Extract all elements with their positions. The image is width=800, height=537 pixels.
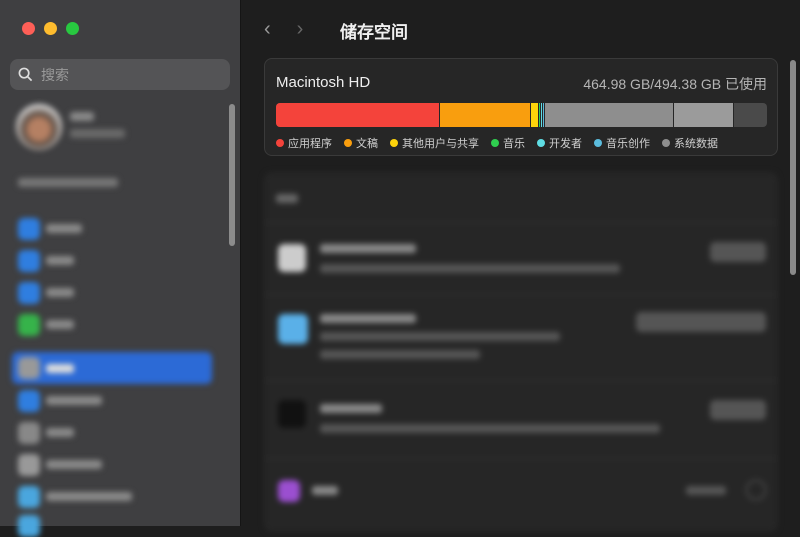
zoom-button[interactable] xyxy=(66,22,79,35)
legend-label: 系统数据 xyxy=(674,138,718,150)
legend-label: 音乐 xyxy=(503,138,525,150)
recommendation-button[interactable] xyxy=(710,400,766,420)
sidebar-item[interactable] xyxy=(46,428,74,437)
wifi-icon xyxy=(18,218,40,240)
sidebar-scrollbar[interactable] xyxy=(229,104,235,246)
battery-icon xyxy=(18,314,40,336)
legend-item: 音乐创作 xyxy=(594,135,650,151)
legend-dot-icon xyxy=(390,139,398,147)
user-name xyxy=(70,112,94,121)
category-label xyxy=(312,486,338,495)
window-controls xyxy=(22,22,79,35)
storage-segment-6[interactable] xyxy=(544,103,674,127)
storage-segment-other[interactable] xyxy=(673,103,734,127)
icloud-photos-icon xyxy=(278,314,308,344)
siri-icon xyxy=(18,486,40,508)
icloud-icon xyxy=(278,244,306,272)
sidebar-item[interactable] xyxy=(46,288,74,297)
appearance-icon xyxy=(18,390,40,412)
close-button[interactable] xyxy=(22,22,35,35)
recommendation-button[interactable] xyxy=(710,242,766,262)
recommendation-desc xyxy=(320,332,560,341)
search-icon xyxy=(18,67,33,82)
legend-item: 其他用户与共享 xyxy=(390,135,479,151)
sidebar-item-general-selected[interactable] xyxy=(12,352,212,384)
legend-dot-icon xyxy=(662,139,670,147)
desktop-icon xyxy=(18,515,40,537)
legend-label: 文稿 xyxy=(356,138,378,150)
recommendation-title xyxy=(320,404,382,413)
search-input[interactable]: 搜索 xyxy=(10,59,230,90)
storage-legend: 应用程序 文稿 其他用户与共享 音乐 开发者 音乐创作 系统数据 xyxy=(276,135,718,151)
bluetooth-icon xyxy=(18,250,40,272)
legend-label: 音乐创作 xyxy=(606,138,650,150)
main-pane: ‹ › 储存空间 Macintosh HD 464.98 GB/494.38 G… xyxy=(242,0,800,532)
legend-item: 文稿 xyxy=(344,135,378,151)
storage-card: Macintosh HD 464.98 GB/494.38 GB 已使用 应用程… xyxy=(264,58,778,156)
storage-segment-0[interactable] xyxy=(276,103,441,127)
legend-label: 应用程序 xyxy=(288,138,332,150)
sidebar-item[interactable] xyxy=(46,256,74,265)
storage-segment-2[interactable] xyxy=(530,103,539,127)
sidebar-banner xyxy=(18,178,118,187)
sidebar-item[interactable] xyxy=(46,364,74,373)
recommendation-desc xyxy=(320,264,620,273)
legend-item: 应用程序 xyxy=(276,135,332,151)
info-icon[interactable] xyxy=(746,480,766,500)
storage-bar xyxy=(276,103,767,127)
recommendation-button[interactable] xyxy=(636,312,766,332)
search-placeholder: 搜索 xyxy=(41,66,69,83)
sidebar-item[interactable] xyxy=(46,460,102,469)
legend-item: 系统数据 xyxy=(662,135,718,151)
accessibility-icon xyxy=(18,422,40,444)
section-header xyxy=(276,194,298,203)
legend-item: 开发者 xyxy=(537,135,582,151)
recommendation-desc xyxy=(320,350,480,359)
sidebar-item[interactable] xyxy=(46,224,82,233)
tv-icon xyxy=(278,400,306,428)
account-label xyxy=(70,129,125,138)
legend-label: 开发者 xyxy=(549,138,582,150)
sidebar-item[interactable] xyxy=(46,396,102,405)
network-icon xyxy=(18,282,40,304)
storage-segment-1[interactable] xyxy=(440,103,531,127)
legend-label: 其他用户与共享 xyxy=(402,138,479,150)
minimize-button[interactable] xyxy=(44,22,57,35)
forward-button[interactable]: › xyxy=(297,18,304,41)
back-button[interactable]: ‹ xyxy=(264,18,271,41)
recommendation-title xyxy=(320,314,416,323)
legend-dot-icon xyxy=(594,139,602,147)
legend-dot-icon xyxy=(276,139,284,147)
main-scrollbar[interactable] xyxy=(790,60,796,275)
disk-name: Macintosh HD xyxy=(276,74,371,91)
gear-icon xyxy=(18,357,40,379)
sidebar-item[interactable] xyxy=(46,492,132,501)
page-title: 储存空间 xyxy=(340,23,408,42)
legend-dot-icon xyxy=(344,139,352,147)
sidebar-item[interactable] xyxy=(46,320,74,329)
recommendations-panel xyxy=(264,172,778,532)
legend-item: 音乐 xyxy=(491,135,525,151)
category-size xyxy=(686,486,726,495)
avatar xyxy=(16,104,62,150)
recommendation-desc xyxy=(320,424,660,433)
usage-text: 464.98 GB/494.38 GB 已使用 xyxy=(583,76,767,92)
app-icon xyxy=(278,480,300,502)
legend-dot-icon xyxy=(537,139,545,147)
control-center-icon xyxy=(18,454,40,476)
legend-dot-icon xyxy=(491,139,499,147)
recommendation-title xyxy=(320,244,416,253)
sidebar: 搜索 xyxy=(0,0,241,537)
